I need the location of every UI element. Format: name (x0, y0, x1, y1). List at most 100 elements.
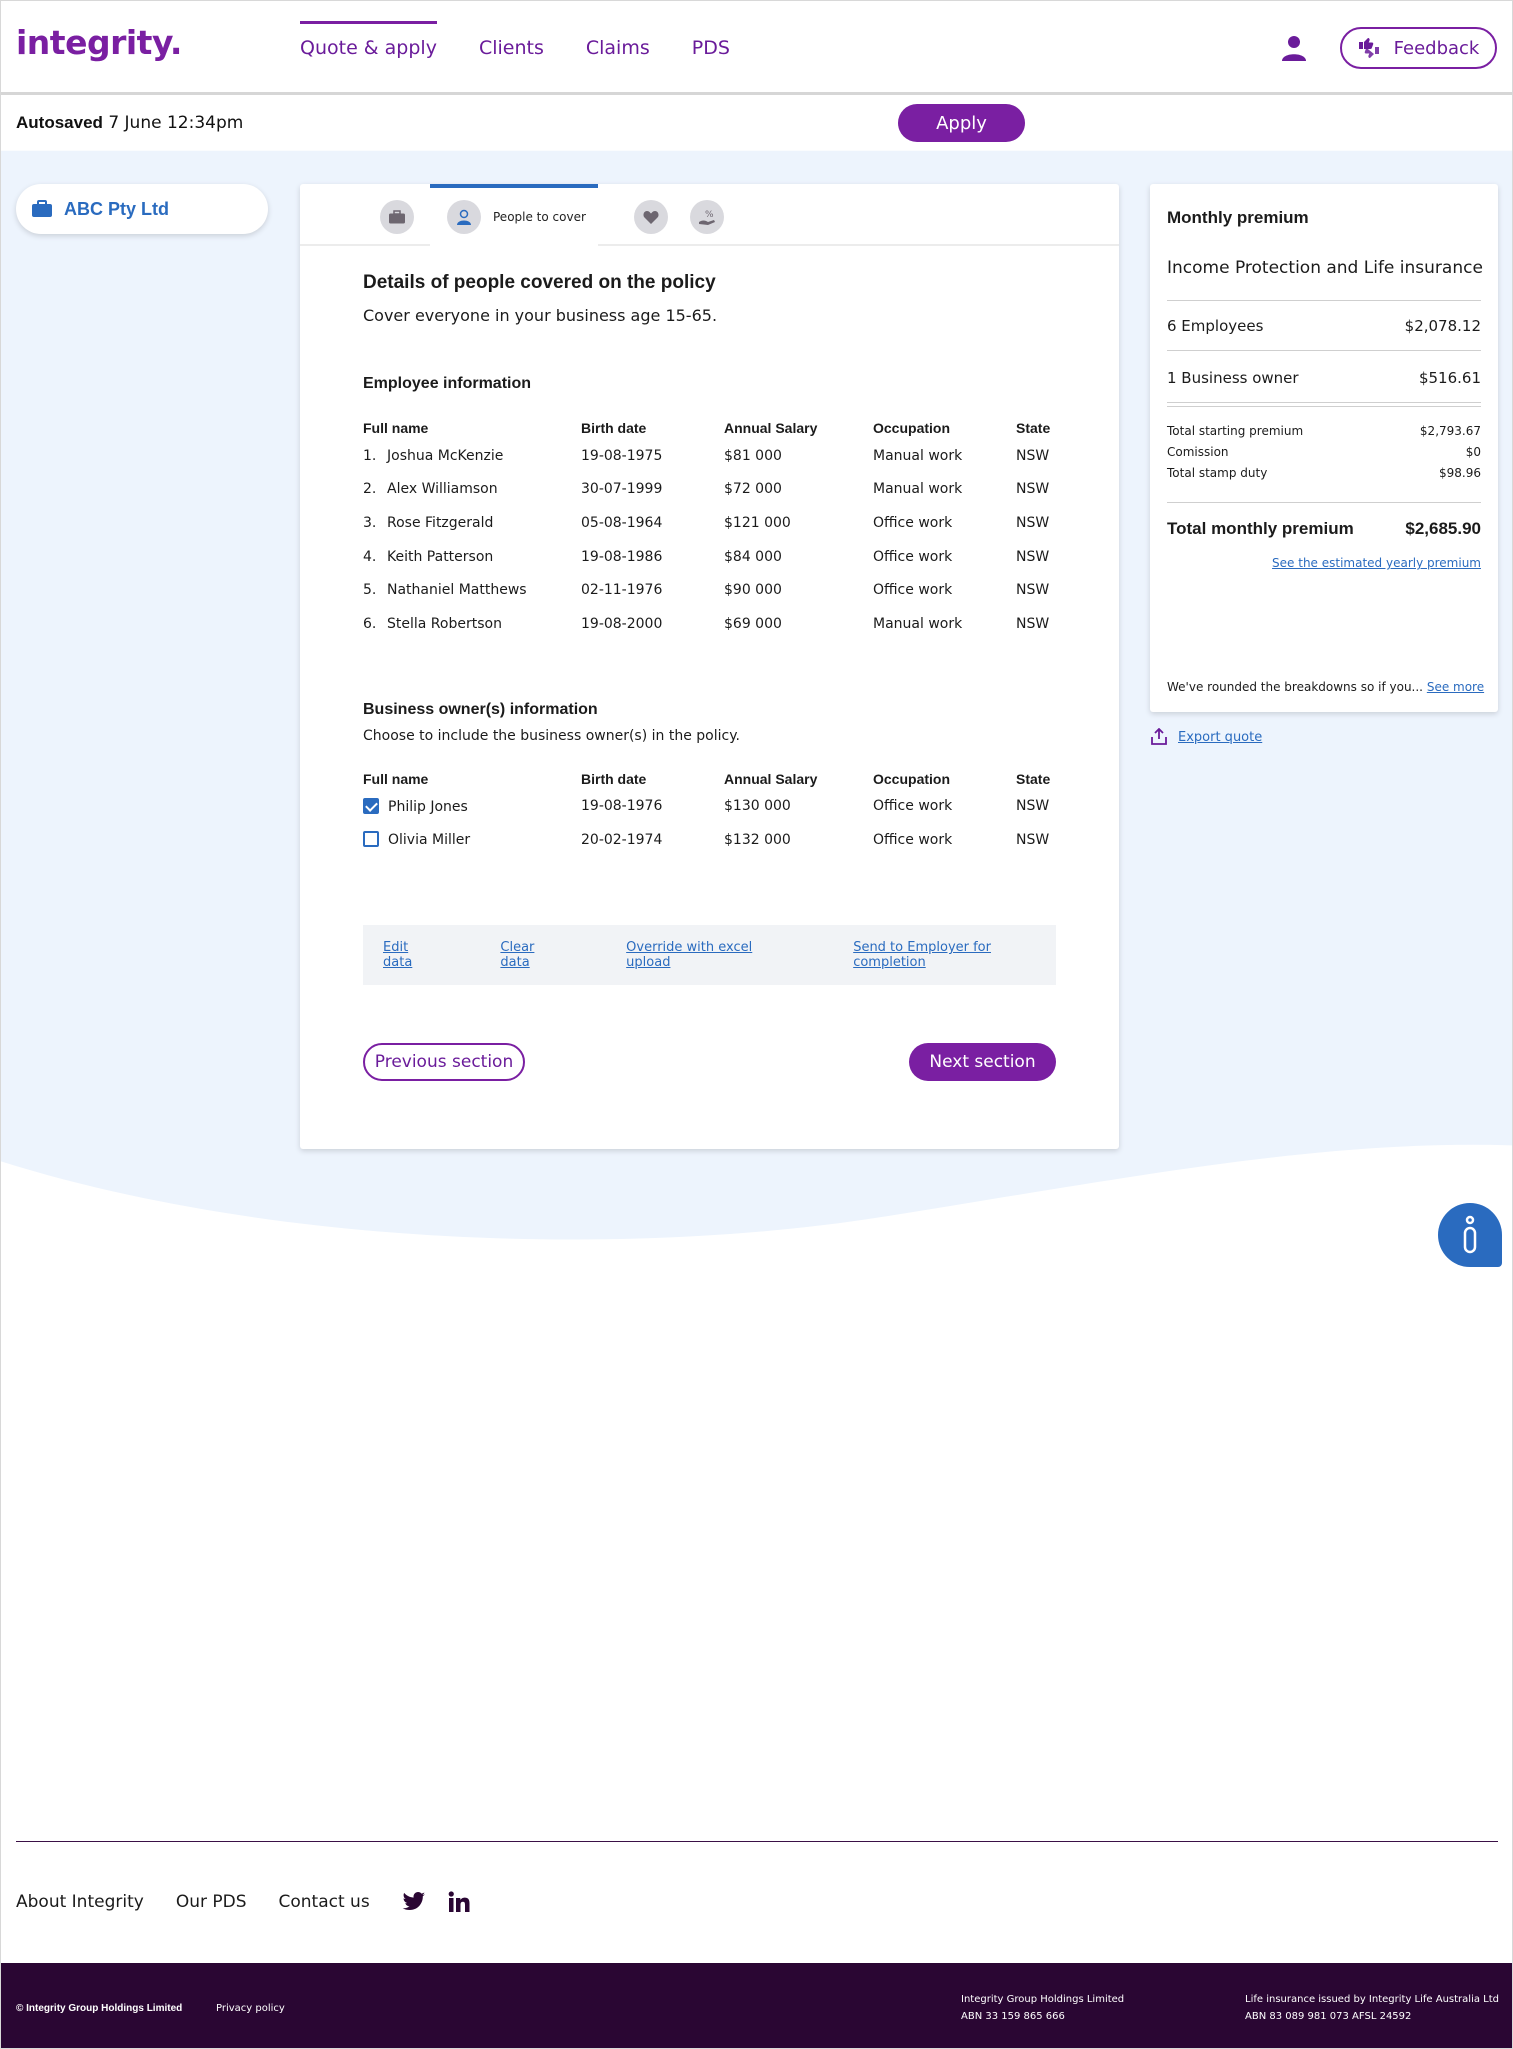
client-card[interactable]: ABC Pty Ltd (16, 184, 268, 234)
previous-section-button[interactable]: Previous section (363, 1043, 525, 1081)
commission-label: Comission (1167, 445, 1229, 459)
owner-table-header: Full name Birth date Annual Salary Occup… (363, 768, 1056, 790)
integrity-logo[interactable]: integrity. (16, 23, 182, 62)
owner-value: $516.61 (1418, 369, 1481, 387)
edit-data-link[interactable]: Edit data (383, 940, 438, 970)
employee-state: NSW (1016, 514, 1050, 531)
privacy-policy-link[interactable]: Privacy policy (216, 2003, 285, 2014)
footer-divider (16, 1841, 1498, 1842)
tab-people-to-cover[interactable]: People to cover (430, 184, 598, 246)
table-row: Philip Jones 19-08-1976 $130 000 Office … (363, 790, 1056, 824)
stamp-value: $98.96 (1439, 466, 1481, 480)
divider (1167, 350, 1481, 351)
stamp-label: Total stamp duty (1167, 466, 1268, 480)
owner-label: 1 Business owner (1167, 369, 1299, 387)
step-business[interactable] (380, 200, 414, 234)
nav-claims[interactable]: Claims (586, 21, 650, 95)
legal-group: Integrity Group Holdings Limited ABN 33 … (961, 1991, 1124, 2025)
employee-occupation: Manual work (873, 615, 963, 632)
step-commission[interactable]: % (690, 200, 724, 234)
employee-name: 5. Nathaniel Matthews (363, 582, 527, 599)
svg-text:%: % (705, 210, 714, 220)
include-owner-checkbox[interactable] (363, 831, 379, 848)
info-help-button[interactable] (1438, 1203, 1502, 1267)
pds-link[interactable]: Our PDS (176, 1892, 247, 1912)
step-tabs: People to cover % (300, 184, 1119, 246)
col-annual-salary: Annual Salary (724, 770, 818, 787)
col-occupation: Occupation (873, 420, 951, 436)
copyright: © Integrity Group Holdings Limited (16, 2003, 183, 2014)
employee-state: NSW (1016, 582, 1050, 599)
premium-product: Income Protection and Life insurance (1167, 258, 1483, 278)
owner-occupation: Office work (873, 798, 953, 815)
step-health[interactable] (634, 200, 668, 234)
export-label: Export quote (1178, 729, 1263, 745)
nav-quote-apply[interactable]: Quote & apply (300, 21, 437, 95)
user-icon[interactable] (1279, 33, 1309, 63)
premium-title: Monthly premium (1167, 208, 1309, 227)
yearly-premium-link[interactable]: See the estimated yearly premium (1272, 556, 1481, 570)
col-full-name: Full name (363, 420, 429, 436)
contact-link[interactable]: Contact us (279, 1892, 370, 1912)
commission-value: $0 (1465, 445, 1481, 459)
owner-birth: 20-02-1974 (581, 831, 663, 848)
owner-name: Philip Jones (363, 790, 581, 824)
divider (1167, 402, 1481, 403)
col-state: State (1016, 770, 1051, 787)
employee-name: 3. Rose Fitzgerald (363, 514, 494, 531)
nav-clients[interactable]: Clients (479, 21, 544, 95)
export-quote-link[interactable]: Export quote (1150, 728, 1262, 746)
table-row: 1. Joshua McKenzie 19-08-1975 $81 000 Man… (363, 439, 1056, 473)
employee-salary: $90 000 (724, 582, 782, 599)
rounding-note: We've rounded the breakdowns so if you..… (1167, 680, 1484, 694)
table-row: 5. Nathaniel Matthews 02-11-1976 $90 000 … (363, 573, 1056, 607)
employee-salary: $84 000 (724, 548, 782, 565)
employee-occupation: Manual work (873, 481, 963, 498)
employee-name: 2. Alex Williamson (363, 481, 498, 498)
employee-birth: 19-08-2000 (581, 615, 663, 632)
employee-birth: 19-08-1975 (581, 447, 663, 464)
employee-salary: $121 000 (724, 514, 791, 531)
col-birth-date: Birth date (581, 770, 647, 787)
page-title: Details of people covered on the policy (363, 272, 716, 293)
employee-birth: 02-11-1976 (581, 582, 663, 599)
feedback-button[interactable]: Feedback (1340, 27, 1497, 69)
export-icon (1151, 728, 1167, 745)
linkedin-icon[interactable] (448, 1891, 470, 1913)
see-more-link[interactable]: See more (1427, 680, 1484, 694)
main-nav: Quote & apply Clients Claims PDS (300, 21, 772, 95)
divider (1167, 300, 1481, 301)
col-full-name: Full name (363, 770, 429, 787)
employee-occupation: Manual work (873, 447, 963, 464)
employee-occupation: Office work (873, 582, 953, 599)
starting-value: $2,793.67 (1419, 424, 1481, 438)
table-row: 4. Keith Patterson 19-08-1986 $84 000 Off… (363, 540, 1056, 574)
stamp-duty-row: Total stamp duty $98.96 (1167, 466, 1481, 480)
excel-upload-link[interactable]: Override with excel upload (626, 940, 791, 970)
next-section-button[interactable]: Next section (909, 1043, 1056, 1081)
total-value: $2,685.90 (1405, 519, 1481, 538)
top-navigation-bar: integrity. Quote & apply Clients Claims … (1, 1, 1512, 95)
apply-button[interactable]: Apply (898, 104, 1025, 142)
employee-birth: 05-08-1964 (581, 514, 663, 531)
employee-occupation: Office work (873, 514, 953, 531)
briefcase-step-icon (389, 210, 405, 224)
legal-group-abn: ABN 33 159 865 666 (961, 2011, 1065, 2022)
owner-heading: Business owner(s) information (363, 700, 598, 718)
nav-pds[interactable]: PDS (692, 21, 730, 95)
col-birth-date: Birth date (581, 420, 647, 436)
clear-data-link[interactable]: Clear data (500, 940, 564, 970)
twitter-icon[interactable] (402, 1892, 426, 1912)
col-state: State (1016, 420, 1051, 436)
rounding-text: We've rounded the breakdowns so if you..… (1167, 680, 1423, 694)
data-actions-bar: Edit data Clear data Override with excel… (363, 925, 1056, 985)
employee-name: 6. Stella Robertson (363, 615, 502, 632)
employee-salary: $72 000 (724, 481, 782, 498)
hand-percent-icon: % (699, 210, 715, 225)
owner-occupation: Office work (873, 831, 953, 848)
client-name: ABC Pty Ltd (64, 198, 169, 219)
legal-life: Life insurance issued by Integrity Life … (1245, 1991, 1499, 2025)
send-to-employer-link[interactable]: Send to Employer for completion (853, 940, 1056, 970)
about-link[interactable]: About Integrity (16, 1892, 144, 1912)
include-owner-checkbox[interactable] (363, 797, 379, 814)
